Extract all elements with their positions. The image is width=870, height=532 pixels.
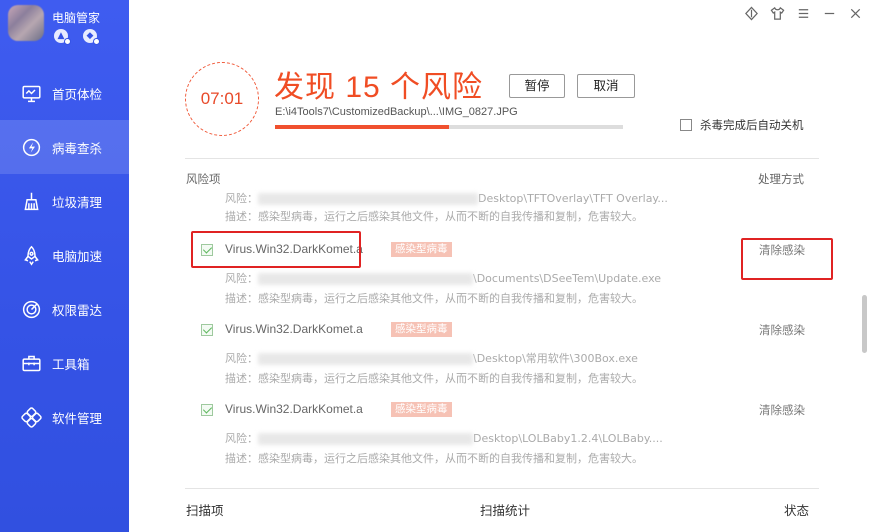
sidebar-item-junk-clean[interactable]: 垃圾清理: [0, 174, 129, 228]
auto-shutdown-label: 杀毒完成后自动关机: [700, 118, 804, 132]
skin-icon[interactable]: [740, 4, 762, 22]
sidebar-item-toolbox[interactable]: 工具箱: [0, 336, 129, 390]
scan-stats-column-header: 扫描统计: [480, 503, 531, 518]
risk-description: 描述：感染型病毒，运行之后感染其他文件，从而不断的自我传播和复制，危害较大。: [225, 372, 643, 385]
monitor-icon: [20, 82, 42, 104]
risk-path: \Desktop\常用软件\300Box.exe: [473, 352, 638, 365]
clean-infection-button[interactable]: 清除感染: [759, 402, 805, 418]
sidebar-nav: 首页体检 病毒查杀 垃圾清理 电脑加速 权限雷达 工具箱 软件管理: [0, 66, 129, 444]
main-panel: 07:01 发现 15 个风险 暂停 取消 E:\i4Tools7\Custom…: [129, 0, 870, 532]
sidebar-item-speedup[interactable]: 电脑加速: [0, 228, 129, 282]
sidebar-item-home-checkup[interactable]: 首页体检: [0, 66, 129, 120]
minimize-icon[interactable]: [818, 4, 840, 22]
theme-shirt-icon[interactable]: [766, 4, 788, 22]
risk-path: Desktop\TFTOverlay\TFT Overlay...: [478, 192, 668, 205]
risk-prefix: 风险：: [225, 272, 258, 285]
risk-prefix: 风险：: [225, 192, 258, 205]
auto-shutdown-checkbox[interactable]: [680, 119, 692, 131]
virus-type-tag: 感染型病毒: [391, 402, 452, 417]
risk-description: 描述：感染型病毒，运行之后感染其他文件，从而不断的自我传播和复制，危害较大。: [225, 210, 643, 223]
virus-type-tag: 感染型病毒: [391, 322, 452, 337]
redacted-path: [258, 193, 478, 205]
header-divider: [185, 158, 819, 159]
risk-path-line: 风险： Desktop\LOLBaby1.2.4\LOLBaby....: [225, 430, 663, 446]
sidebar-item-permission-radar[interactable]: 权限雷达: [0, 282, 129, 336]
status-column-header: 状态: [784, 503, 810, 518]
risk-path-line: 风险： \Documents\DSeeTem\Update.exe: [225, 270, 661, 286]
sidebar-item-label: 软件管理: [52, 410, 103, 426]
scan-items-column-header: 扫描项: [186, 503, 224, 518]
sidebar-item-label: 首页体检: [52, 86, 103, 102]
sidebar-item-label: 权限雷达: [52, 302, 103, 318]
broom-icon: [20, 190, 42, 212]
risk-column-header: 风险项: [186, 172, 221, 186]
redacted-path: [258, 353, 473, 365]
sidebar-item-software-manage[interactable]: 软件管理: [0, 390, 129, 444]
titlebar-controls: [740, 4, 866, 22]
risk-path: Desktop\LOLBaby1.2.4\LOLBaby....: [473, 432, 663, 445]
menu-icon[interactable]: [792, 4, 814, 22]
risk-path: \Documents\DSeeTem\Update.exe: [473, 272, 662, 285]
list-scrollbar[interactable]: [862, 295, 867, 353]
risk-prefix: 风险：: [225, 352, 258, 365]
vip-badge-icon[interactable]: ▲: [54, 29, 71, 45]
scan-timer: 07:01: [185, 62, 259, 136]
action-column-header: 处理方式: [758, 172, 804, 186]
avatar[interactable]: [8, 5, 44, 41]
level-badge-icon[interactable]: ◆: [83, 29, 100, 45]
scan-headline: 发现 15 个风险: [274, 71, 484, 104]
clean-infection-button[interactable]: 清除感染: [759, 322, 805, 338]
risk-path-line: 风险： Desktop\TFTOverlay\TFT Overlay...: [225, 190, 668, 206]
redacted-path: [258, 433, 473, 445]
risk-row: Virus.Win32.DarkKomet.a 感染型病毒 清除感染: [185, 320, 819, 340]
risk-row: Virus.Win32.DarkKomet.a 感染型病毒 清除感染: [185, 240, 819, 260]
radar-icon: [20, 298, 42, 320]
risk-checkbox[interactable]: [201, 324, 213, 336]
risk-row: Virus.Win32.DarkKomet.a 感染型病毒 清除感染: [185, 400, 819, 420]
cancel-button[interactable]: 取消: [577, 74, 635, 98]
risk-description: 描述：感染型病毒，运行之后感染其他文件，从而不断的自我传播和复制，危害较大。: [225, 452, 643, 465]
scan-progress-fill: [275, 125, 449, 129]
sidebar-item-label: 垃圾清理: [52, 194, 103, 210]
footer-divider: [185, 488, 819, 489]
risk-prefix: 风险：: [225, 432, 258, 445]
clean-infection-button[interactable]: 清除感染: [759, 242, 805, 258]
sidebar-item-label: 工具箱: [52, 356, 90, 372]
virus-name: Virus.Win32.DarkKomet.a: [225, 402, 363, 416]
pause-button[interactable]: 暂停: [509, 74, 565, 98]
virus-scan-icon: [20, 136, 42, 158]
sidebar-item-virus-scan[interactable]: 病毒查杀: [0, 120, 129, 174]
virus-type-tag: 感染型病毒: [391, 242, 452, 257]
risk-checkbox[interactable]: [201, 404, 213, 416]
apps-icon: [20, 406, 42, 428]
risk-description: 描述：感染型病毒，运行之后感染其他文件，从而不断的自我传播和复制，危害较大。: [225, 292, 643, 305]
sidebar-item-label: 电脑加速: [52, 248, 103, 264]
rocket-icon: [20, 244, 42, 266]
risk-checkbox[interactable]: [201, 244, 213, 256]
auto-shutdown-option[interactable]: 杀毒完成后自动关机: [680, 117, 804, 133]
virus-name: Virus.Win32.DarkKomet.a: [225, 322, 363, 336]
sidebar: 电脑管家 ▲ ◆ 首页体检 病毒查杀 垃圾清理 电脑加速 权限雷达 工具箱 软件…: [0, 0, 129, 532]
risk-list: 风险： Desktop\TFTOverlay\TFT Overlay... 描述：…: [185, 188, 819, 476]
scan-progress-bar: [275, 125, 623, 129]
profile-area: 电脑管家 ▲ ◆: [0, 0, 129, 60]
virus-name: Virus.Win32.DarkKomet.a: [225, 242, 363, 256]
close-icon[interactable]: [844, 4, 866, 22]
risk-path-line: 风险： \Desktop\常用软件\300Box.exe: [225, 350, 638, 366]
toolbox-icon: [20, 352, 42, 374]
sidebar-item-label: 病毒查杀: [52, 140, 103, 156]
app-title: 电脑管家: [52, 11, 101, 25]
redacted-path: [258, 273, 473, 285]
current-scan-path: E:\i4Tools7\CustomizedBackup\...\IMG_082…: [275, 106, 518, 118]
